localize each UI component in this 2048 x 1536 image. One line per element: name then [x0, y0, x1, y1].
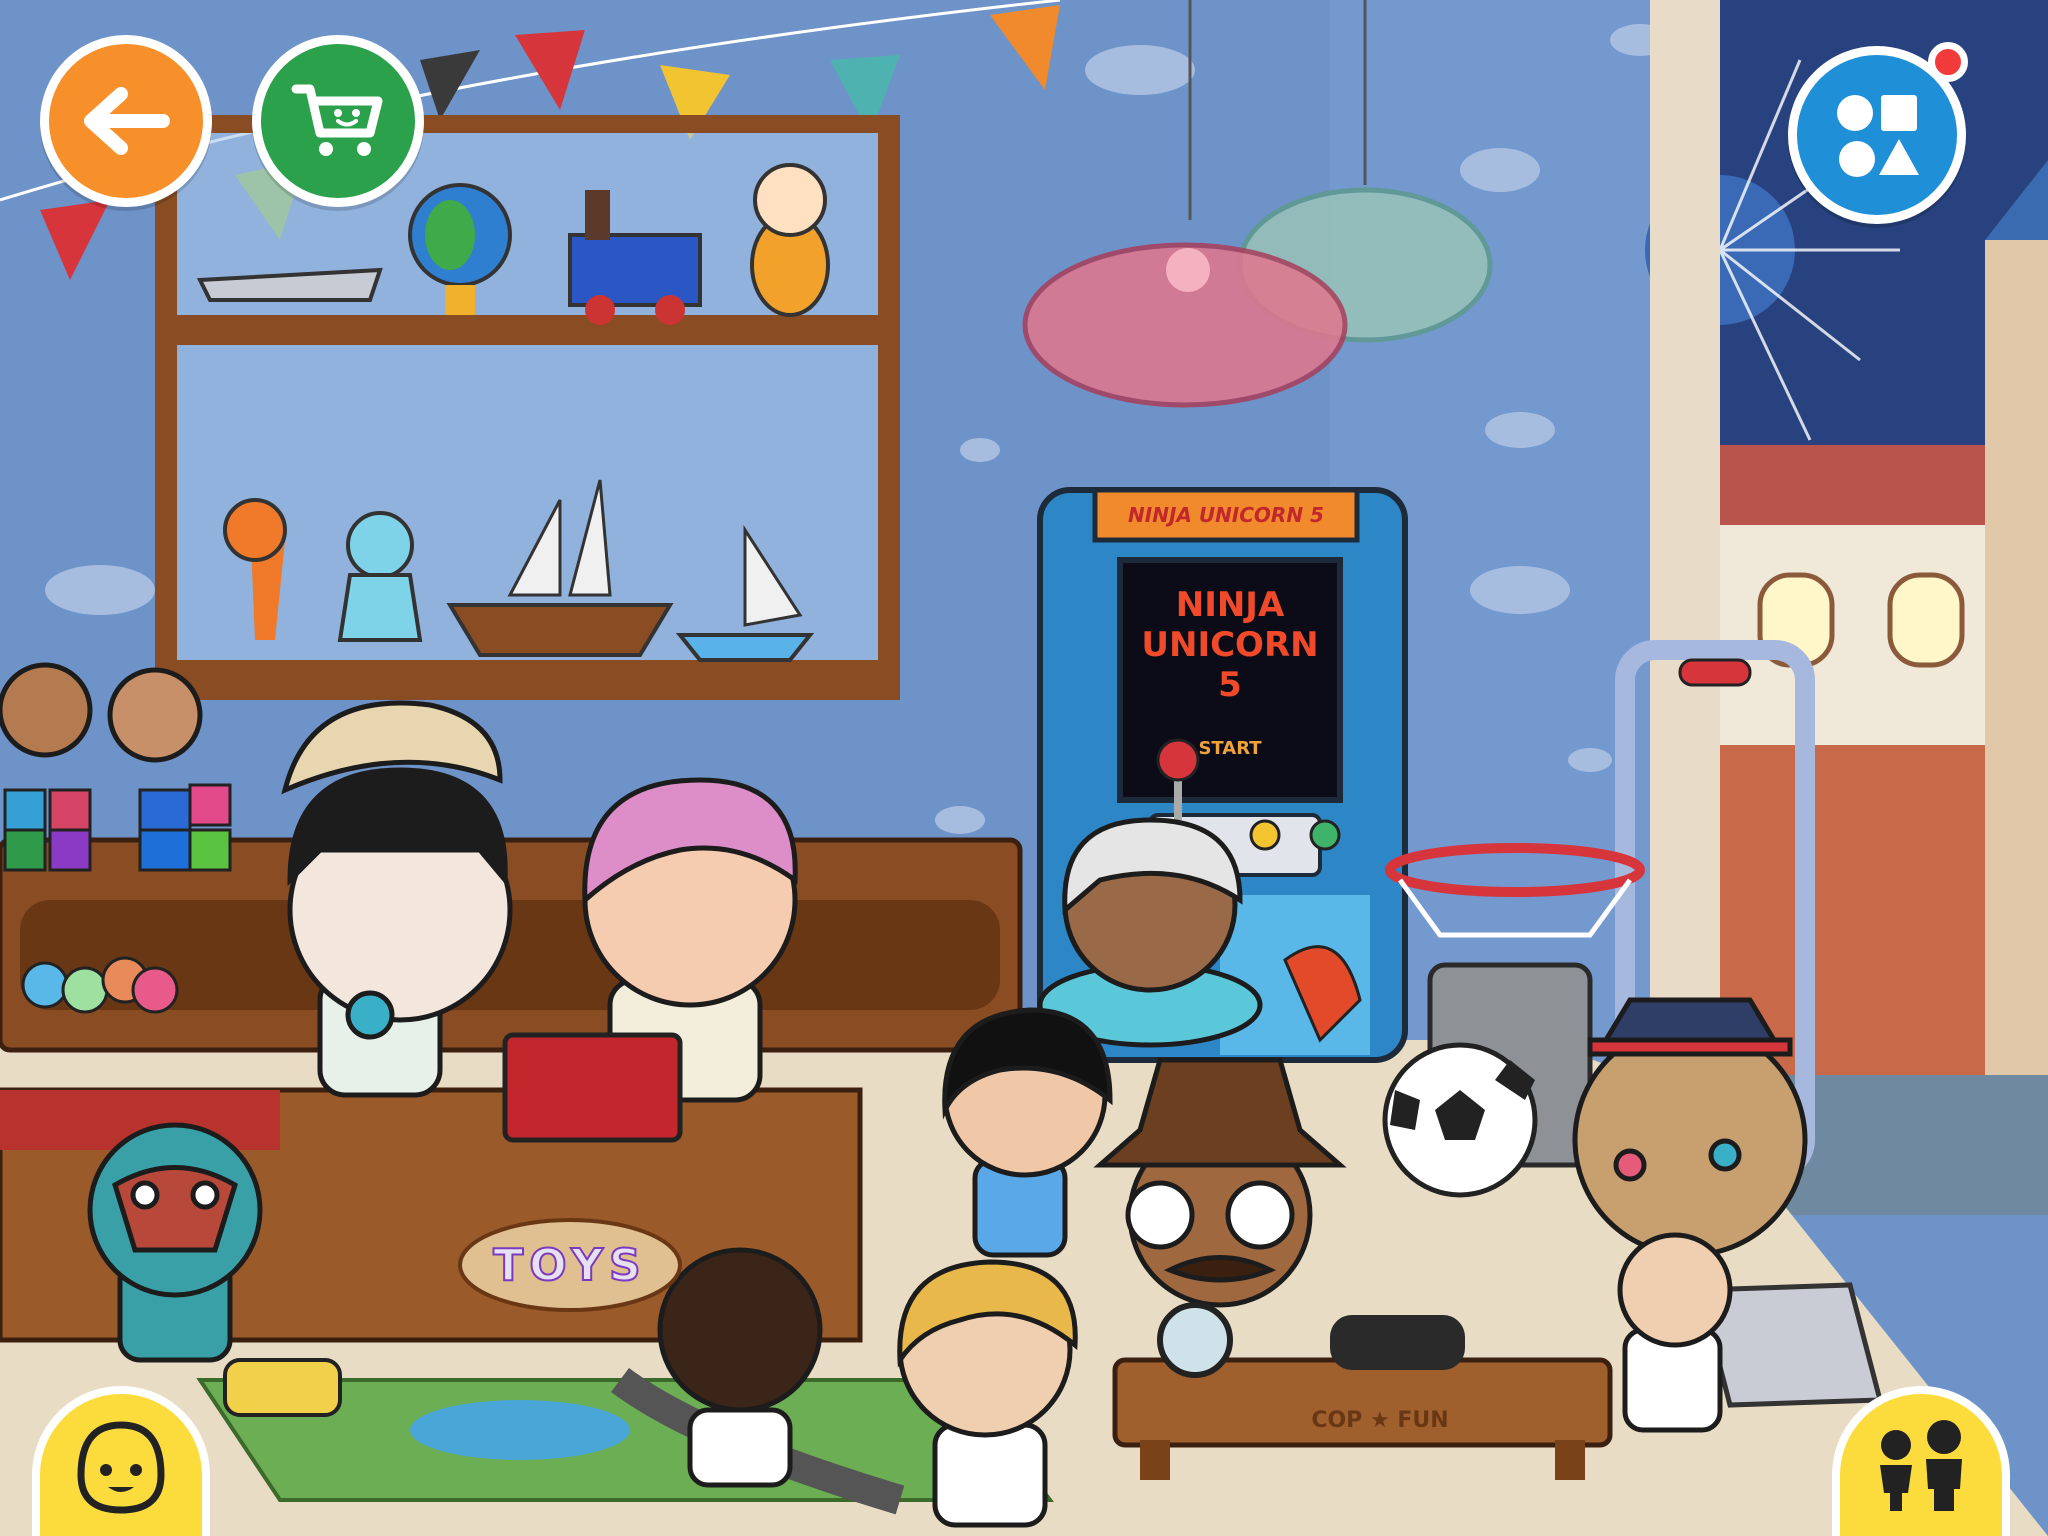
- toys-sign: TOYS: [492, 1239, 647, 1292]
- back-button[interactable]: [40, 35, 212, 207]
- wall-shelf: [155, 115, 900, 700]
- arcade-screen-start: START: [1198, 738, 1262, 759]
- people-icon: [1880, 1420, 1962, 1511]
- toy-car: [223, 1358, 342, 1417]
- cart-icon: [291, 84, 383, 156]
- arcade-marquee: NINJA UNICORN 5: [1128, 503, 1324, 527]
- face-icon: [77, 1421, 165, 1514]
- character-boy-tie: [1617, 1232, 1733, 1433]
- notification-badge: [1928, 42, 1968, 82]
- shapes-icon: [1837, 95, 1919, 177]
- cash-register: [502, 1032, 683, 1143]
- toy-shop-scene: [0, 0, 2048, 1536]
- character-small-boy: [0, 662, 93, 758]
- character-small-girl: [107, 667, 203, 763]
- character-float-kid: [1037, 817, 1263, 1048]
- arcade-screen-line2: UNICORN: [1141, 625, 1319, 665]
- bench-label: COP ★ FUN: [1311, 1408, 1449, 1433]
- walkie-talkie: [1330, 1315, 1465, 1370]
- shop-button[interactable]: [252, 35, 424, 207]
- magnifying-glass: [1157, 1302, 1233, 1378]
- soccer-ball: [1382, 1042, 1538, 1198]
- character-scarecrow: [1572, 997, 1808, 1258]
- arrow-left-icon: [84, 87, 170, 155]
- arcade-screen-line3: 5: [1218, 665, 1242, 705]
- arcade-screen-line1: NINJA: [1175, 585, 1285, 625]
